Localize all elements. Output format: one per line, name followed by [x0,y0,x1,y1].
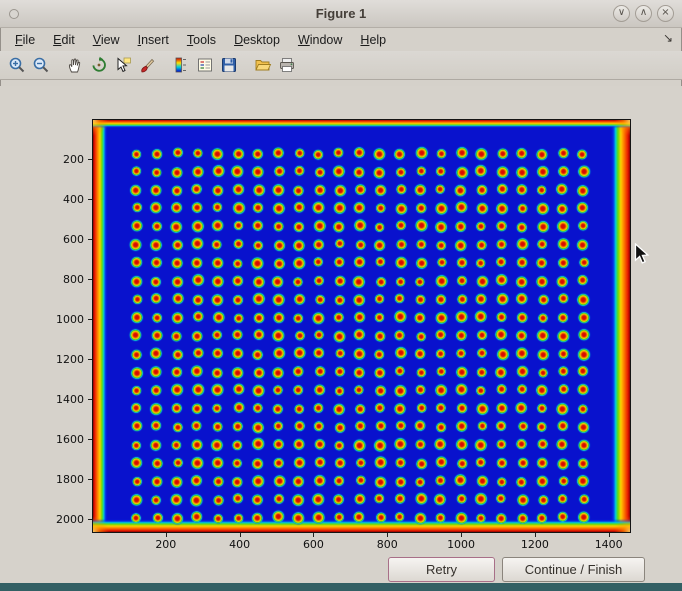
insert-colorbar-icon [172,56,190,74]
print-figure-button[interactable] [275,53,299,77]
zoom-in-icon [8,56,26,74]
y-tick-label: 200 [0,153,84,166]
x-tick-label: 1200 [515,538,555,551]
x-tick-mark [609,533,610,537]
menu-window[interactable]: Window [289,30,351,50]
toolbar-separator [241,53,251,77]
figure-content-area: Retry Continue / Finish 200 400 600 800 1000… [0,86,682,583]
pan-button[interactable] [63,53,87,77]
y-tick-mark [88,519,92,520]
menu-help[interactable]: Help [351,30,395,50]
insert-legend-icon [196,56,214,74]
y-tick-mark [88,279,92,280]
x-tick-label: 800 [367,538,407,551]
y-tick-label: 1000 [0,313,84,326]
window-titlebar: Figure 1 ∨ ∧ × [0,0,682,28]
window-title: Figure 1 [0,6,682,21]
menu-view[interactable]: View [84,30,129,50]
y-tick-label: 600 [0,233,84,246]
y-tick-label: 1800 [0,473,84,486]
y-tick-mark [88,359,92,360]
plot-canvas[interactable] [93,120,630,532]
zoom-in-button[interactable] [5,53,29,77]
menu-insert[interactable]: Insert [129,30,178,50]
minimize-button[interactable]: ∨ [613,5,630,22]
x-tick-label: 400 [220,538,260,551]
toolbar-separator [53,53,63,77]
menu-desktop[interactable]: Desktop [225,30,289,50]
zoom-out-button[interactable] [29,53,53,77]
pan-hand-icon [66,56,84,74]
x-tick-mark [313,533,314,537]
y-tick-mark [88,399,92,400]
y-tick-mark [88,479,92,480]
y-tick-label: 1400 [0,393,84,406]
open-file-button[interactable] [251,53,275,77]
y-tick-label: 400 [0,193,84,206]
printer-icon [278,56,296,74]
data-cursor-icon [114,56,132,74]
y-tick-label: 1200 [0,353,84,366]
figure-window: Figure 1 ∨ ∧ × File Edit View Insert Too… [0,0,682,591]
x-tick-label: 600 [293,538,333,551]
menu-bar: File Edit View Insert Tools Desktop Wind… [0,28,682,51]
close-button[interactable]: × [657,5,674,22]
menu-file[interactable]: File [6,30,44,50]
insert-legend-button[interactable] [193,53,217,77]
menu-tools[interactable]: Tools [178,30,225,50]
y-tick-label: 1600 [0,433,84,446]
save-icon [220,56,238,74]
mouse-cursor [634,243,650,266]
x-tick-mark [535,533,536,537]
y-tick-mark [88,159,92,160]
y-tick-mark [88,439,92,440]
x-tick-mark [461,533,462,537]
zoom-out-icon [32,56,50,74]
rotate-3d-button[interactable] [87,53,111,77]
save-figure-button[interactable] [217,53,241,77]
brush-button[interactable] [135,53,159,77]
toolbar-separator [159,53,169,77]
maximize-button[interactable]: ∧ [635,5,652,22]
insert-colorbar-button[interactable] [169,53,193,77]
y-tick-label: 800 [0,273,84,286]
y-tick-mark [88,319,92,320]
y-tick-label: 2000 [0,513,84,526]
menu-corner-arrow-icon[interactable]: ↘ [663,31,673,45]
y-tick-mark [88,199,92,200]
open-folder-icon [254,56,272,74]
data-cursor-button[interactable] [111,53,135,77]
y-tick-mark [88,239,92,240]
continue-finish-button[interactable]: Continue / Finish [502,557,645,582]
menu-edit[interactable]: Edit [44,30,84,50]
figure-toolbar [0,51,682,80]
plot-axes [92,119,631,533]
x-tick-mark [240,533,241,537]
x-tick-label: 200 [146,538,186,551]
retry-button[interactable]: Retry [388,557,495,582]
rotate-3d-icon [90,56,108,74]
x-tick-mark [166,533,167,537]
x-tick-mark [387,533,388,537]
x-tick-label: 1000 [441,538,481,551]
window-bottom-edge [0,583,682,591]
x-tick-label: 1400 [589,538,629,551]
brush-icon [138,56,156,74]
window-controls: ∨ ∧ × [613,5,674,22]
